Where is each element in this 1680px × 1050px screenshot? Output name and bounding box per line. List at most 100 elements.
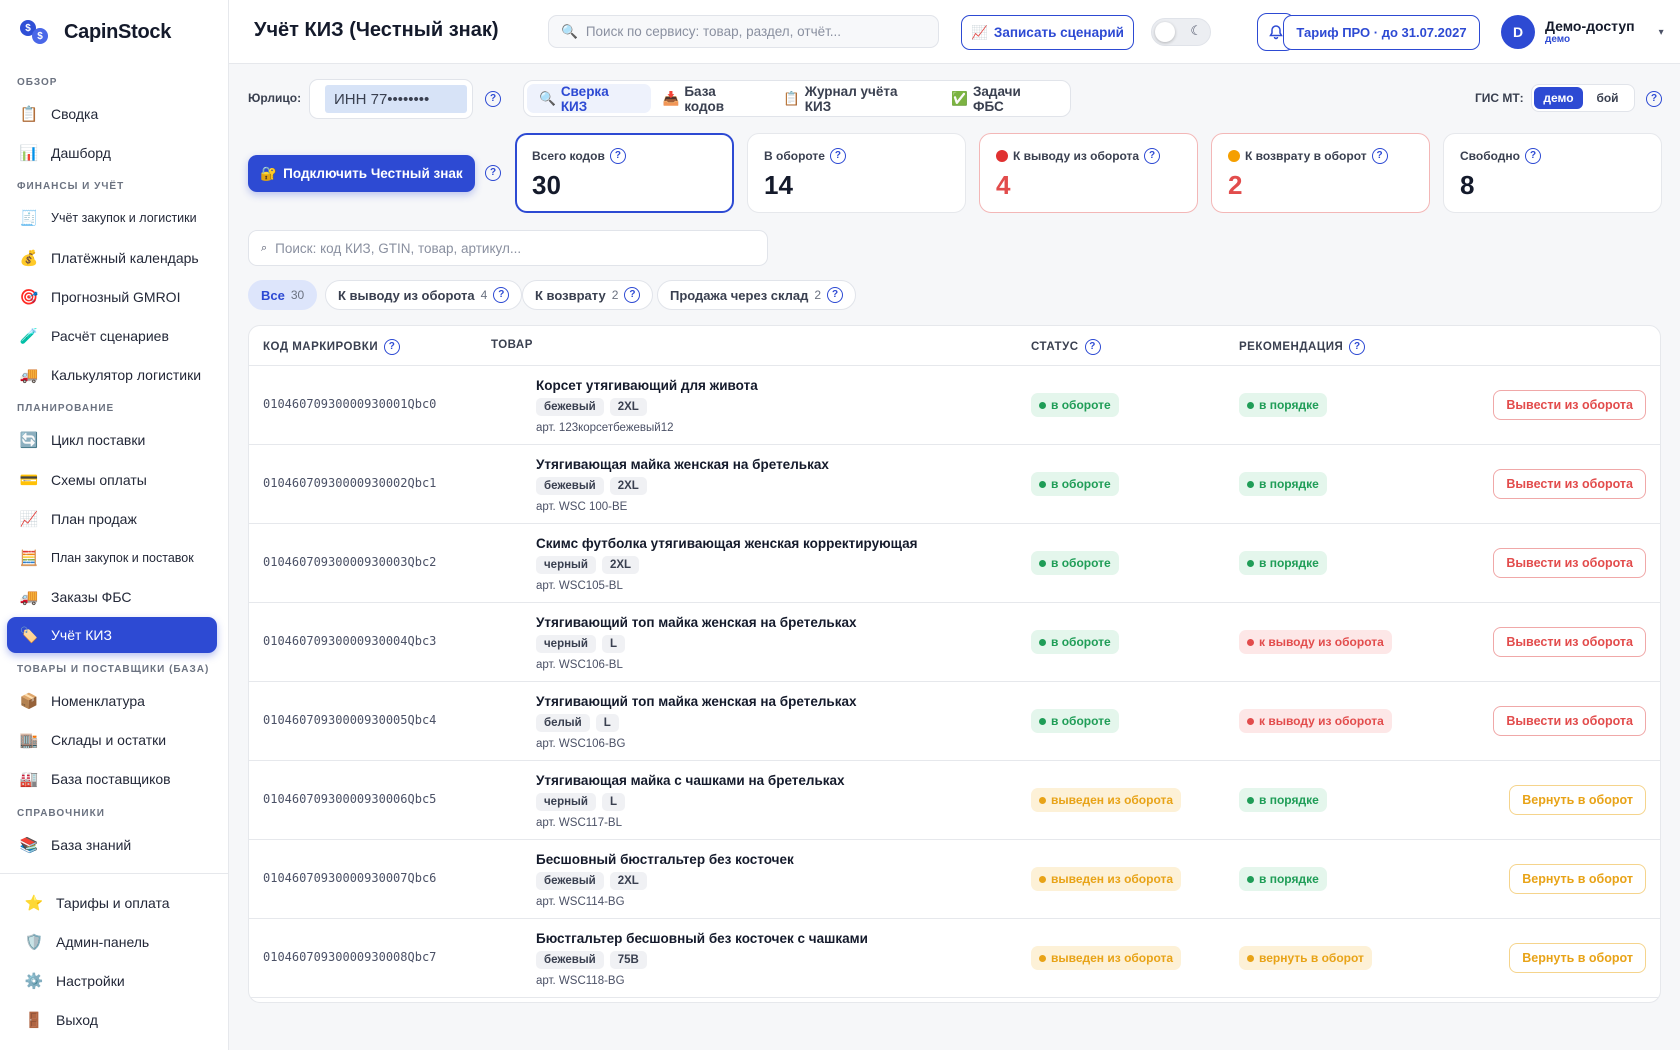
sidebar-item-logistics-calc[interactable]: 🚚 Калькулятор логистики [7,357,217,393]
help-icon[interactable]: ? [829,148,846,164]
color-tag: черный [536,793,596,811]
sidebar-item-settings[interactable]: ⚙️ Настройки [12,963,222,999]
status-badge: в обороте [1031,551,1119,575]
stat-value: 4 [996,170,1011,200]
sidebar-item-nomenclature[interactable]: 📦 Номенклатура [7,683,217,719]
brand-logo[interactable]: $ $ CapinStock [20,16,171,48]
row-action-button[interactable]: Вывести из оборота [1493,469,1646,499]
filter-chip-return[interactable]: К возврату 2? [522,280,654,310]
row-action-button[interactable]: Вернуть в оборот [1509,864,1646,894]
tariff-button[interactable]: Тариф ПРО · до 31.07.2027 [1283,15,1480,50]
sidebar-item-sales-plan[interactable]: 📈 План продаж [7,501,217,537]
table-row[interactable]: 01046070930000930007Qbc6 Бесшовный бюстг… [249,840,1660,919]
record-scenario-button[interactable]: 📈 Записать сценарий [961,15,1134,50]
stat-card-to-return[interactable]: К возврату в оборот? 2 [1211,133,1430,213]
table-row[interactable]: 01046070930000930002Qbc1 Утягивающая май… [249,445,1660,524]
sidebar-item-scenarios[interactable]: 🧪 Расчёт сценариев [7,318,217,354]
stat-card-free[interactable]: Свободно? 8 [1443,133,1662,213]
entity-select[interactable]: ИНН 77•••••••• [309,79,473,119]
column-status: СТАТУС? [1031,339,1101,355]
sidebar-item-logout[interactable]: 🚪 Выход [12,1002,222,1038]
help-icon[interactable]: ? [1525,148,1541,164]
help-icon[interactable]: ? [1349,339,1366,355]
gis-option-demo[interactable]: демо [1534,87,1583,109]
row-action-button[interactable]: Вывести из оборота [1493,627,1646,657]
row-action-button[interactable]: Вывести из оборота [1493,390,1646,420]
sidebar-item-kiz[interactable]: 🏷️ Учёт КИЗ [7,617,217,653]
size-tag: 2XL [609,477,647,495]
tab-code-base[interactable]: 📥 База кодов [651,84,771,114]
kiz-tabs: 🔍 Сверка КИЗ 📥 База кодов 📋 Журнал учёта КИ… [523,80,1071,117]
sidebar-item-dashboard[interactable]: 📊 Дашборд [7,135,217,171]
truck-icon: 🚚 [19,589,39,606]
row-action-button[interactable]: Вернуть в оборот [1509,943,1646,973]
row-action-button[interactable]: Вернуть в оборот [1509,785,1646,815]
sidebar-item-fbs-orders[interactable]: 🚚 Заказы ФБС [7,579,217,615]
user-menu[interactable]: D Демо-доступ демо ▾ [1501,15,1664,49]
sidebar-item-payment-calendar[interactable]: 💰 Платёжный календарь [7,240,217,276]
filter-chip-all[interactable]: Все 30 [248,280,318,310]
sidebar-item-admin[interactable]: 🛡️ Админ-панель [12,924,222,960]
chart-icon: 📈 [971,24,988,40]
table-row[interactable]: 01046070930000930003Qbc2 Скимс футболка … [249,524,1660,603]
kiz-code: 01046070930000930003Qbc2 [263,555,437,569]
magnifier-icon: 🔍 [539,90,556,106]
red-circle-icon [996,150,1008,162]
kiz-code: 01046070930000930006Qbc5 [263,792,437,806]
sidebar-item-purchases[interactable]: 🧾 Учёт закупок и логистики [7,200,217,236]
help-icon[interactable]: ? [1371,148,1388,164]
help-icon[interactable]: ? [384,339,401,355]
books-icon: 📚 [19,837,39,854]
help-icon[interactable]: ? [485,91,501,107]
sidebar-item-warehouses[interactable]: 🏬 Склады и остатки [7,722,217,758]
recommendation-dot [1247,796,1254,804]
sidebar-item-payment-schemes[interactable]: 💳 Схемы оплаты [7,462,217,498]
status-dot [1039,954,1046,962]
tab-fbs-tasks[interactable]: ✅ Задачи ФБС [939,84,1067,114]
table-row[interactable]: 01046070930000930008Qbc7 Бюстгальтер бес… [249,919,1660,998]
global-search-input[interactable]: 🔍 Поиск по сервису: товар, раздел, отчёт… [548,15,939,48]
help-icon[interactable]: ? [827,287,844,303]
kiz-code: 01046070930000930005Qbc4 [263,713,437,727]
sidebar-item-summary[interactable]: 📋 Сводка [7,96,217,132]
tab-kiz-journal[interactable]: 📋 Журнал учёта КИЗ [771,84,939,114]
status-dot [1039,401,1046,409]
row-action-button[interactable]: Вывести из оборота [1493,706,1646,736]
gis-option-live[interactable]: бой [1583,87,1632,109]
recommendation-text: в порядке [1259,398,1319,412]
table-row[interactable]: 01046070930000930006Qbc5 Утягивающая май… [249,761,1660,840]
help-icon[interactable]: ? [1084,339,1101,355]
sidebar-item-supply-cycle[interactable]: 🔄 Цикл поставки [7,422,217,458]
help-icon[interactable]: ? [624,287,641,303]
clipboard-icon: 📋 [782,90,800,106]
recommendation-badge: в порядке [1239,788,1327,812]
sidebar-item-gmroi[interactable]: 🎯 Прогнозный GMROI [7,279,217,315]
help-icon[interactable]: ? [493,287,510,303]
stat-card-total[interactable]: Всего кодов? 30 [515,133,734,213]
help-icon[interactable]: ? [1646,91,1662,107]
filter-chip-warehouse-sale[interactable]: Продажа через склад 2? [657,280,857,310]
column-label: КОД МАРКИРОВКИ [263,341,379,353]
sidebar-item-knowledge-base[interactable]: 📚 База знаний [7,827,217,863]
table-row[interactable]: 01046070930000930001Qbc0 Корсет утягиваю… [249,366,1660,445]
theme-toggle[interactable]: ☾ [1151,18,1211,46]
help-icon[interactable]: ? [609,148,626,164]
help-icon[interactable]: ? [1144,148,1161,164]
status-text: в обороте [1051,556,1111,570]
table-row[interactable]: 01046070930000930005Qbc4 Утягивающий топ… [249,682,1660,761]
row-action-button[interactable]: Вывести из оборота [1493,548,1646,578]
recommendation-badge: в порядке [1239,551,1327,575]
table-row[interactable]: 01046070930000930004Qbc3 Утягивающий топ… [249,603,1660,682]
kiz-search-input[interactable]: ⌕ Поиск: код КИЗ, GTIN, товар, артикул..… [248,230,768,266]
help-icon[interactable]: ? [485,165,501,181]
status-dot [1039,796,1046,804]
stat-card-to-withdraw[interactable]: К выводу из оборота? 4 [979,133,1198,213]
sidebar-item-suppliers[interactable]: 🏭 База поставщиков [7,761,217,797]
tab-kiz-reconcile[interactable]: 🔍 Сверка КИЗ [527,84,651,114]
stat-card-in-circulation[interactable]: В обороте? 14 [747,133,966,213]
stat-label: Всего кодов [532,149,605,163]
sidebar-item-purchase-plan[interactable]: 🧮 План закупок и поставок [7,540,217,576]
sidebar-item-tariffs[interactable]: ⭐ Тарифы и оплата [12,885,222,921]
filter-chip-withdraw[interactable]: К выводу из оборота 4? [325,280,523,310]
connect-chestny-znak-button[interactable]: 🔐 Подключить Честный знак [248,155,475,192]
